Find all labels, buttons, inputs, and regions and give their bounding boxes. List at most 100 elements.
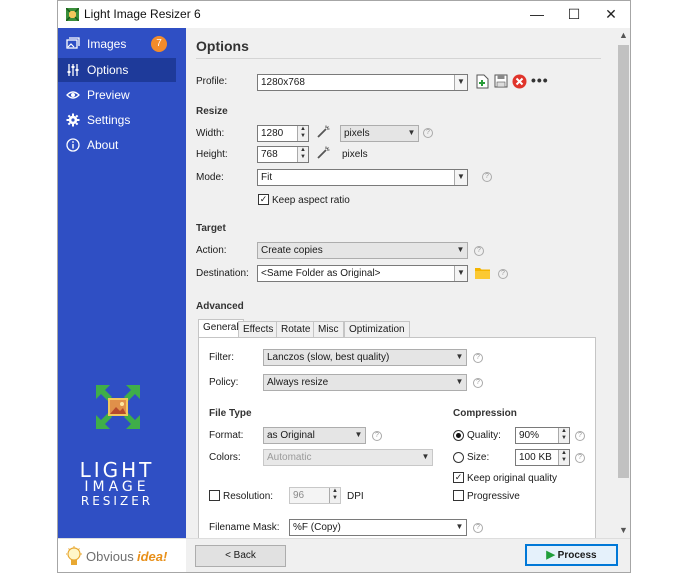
format-value: as Original xyxy=(267,430,315,441)
mask-select[interactable]: %F (Copy) ▼ xyxy=(289,519,467,536)
magic-wand-icon[interactable] xyxy=(316,146,330,160)
help-icon[interactable]: ? xyxy=(473,378,483,388)
progressive-label: Progressive xyxy=(467,491,520,502)
width-label: Width: xyxy=(196,128,225,139)
product-logo-image xyxy=(94,383,142,431)
format-select[interactable]: as Original ▼ xyxy=(263,427,366,444)
more-options-icon[interactable]: ••• xyxy=(531,72,549,88)
scroll-up-icon[interactable]: ▲ xyxy=(619,30,628,40)
save-icon[interactable] xyxy=(494,74,508,88)
quality-stepper[interactable]: ▲ ▼ xyxy=(558,428,569,443)
sidebar-item-options[interactable]: Options xyxy=(58,58,176,82)
progressive-checkbox[interactable] xyxy=(453,490,464,501)
help-icon[interactable]: ? xyxy=(372,431,382,441)
process-button[interactable]: ▶ Process xyxy=(525,544,618,566)
brand-footer[interactable]: Obvious idea! xyxy=(58,538,186,572)
chevron-down-icon: ▼ xyxy=(421,452,430,461)
sidebar-item-label: About xyxy=(87,138,119,152)
action-select[interactable]: Create copies ▼ xyxy=(257,242,468,259)
options-panel: Options Profile: 1280x768 ▼ ••• Resize W… xyxy=(186,28,616,542)
minimize-button[interactable]: — xyxy=(518,1,556,28)
filetype-heading: File Type xyxy=(209,408,252,419)
sidebar-item-settings[interactable]: Settings xyxy=(58,108,176,132)
sidebar-item-label: Options xyxy=(87,63,129,77)
resolution-input[interactable]: 96 ▲ ▼ xyxy=(289,487,341,504)
advanced-heading: Advanced xyxy=(196,301,244,312)
images-icon xyxy=(66,37,80,49)
sidebar-item-label: Settings xyxy=(87,113,131,127)
width-input[interactable]: 1280 ▲ ▼ xyxy=(257,125,309,142)
chevron-down-icon: ▼ xyxy=(455,522,464,531)
delete-icon[interactable] xyxy=(512,74,527,89)
resolution-stepper[interactable]: ▲ ▼ xyxy=(329,488,340,503)
app-logo-icon xyxy=(66,8,79,21)
sidebar-item-images[interactable]: Images 7 xyxy=(58,32,176,56)
window-title: Light Image Resizer 6 xyxy=(84,7,201,21)
sidebar-item-about[interactable]: About xyxy=(58,133,176,157)
destination-select[interactable]: <Same Folder as Original> ▼ xyxy=(257,265,468,282)
height-stepper[interactable]: ▲ ▼ xyxy=(297,147,308,162)
size-stepper[interactable]: ▲ ▼ xyxy=(558,450,569,465)
vertical-scrollbar[interactable]: ▲ ▼ xyxy=(616,28,630,538)
close-button[interactable]: ✕ xyxy=(592,1,630,28)
quality-value: 90% xyxy=(519,430,540,441)
size-input[interactable]: 100 KB ▲ ▼ xyxy=(515,449,570,466)
sidebar-item-label: Images xyxy=(87,37,127,51)
tab-general[interactable]: General xyxy=(198,319,244,338)
info-icon xyxy=(66,138,80,152)
process-label: Process xyxy=(557,550,597,561)
profile-select[interactable]: 1280x768 ▼ xyxy=(257,74,468,91)
keep-aspect-checkbox[interactable]: ✓ xyxy=(258,194,269,205)
gear-icon xyxy=(66,113,80,127)
sidebar-item-preview[interactable]: Preview xyxy=(58,83,176,107)
resolution-checkbox[interactable] xyxy=(209,490,220,501)
scroll-down-icon[interactable]: ▼ xyxy=(619,525,628,535)
help-icon[interactable]: ? xyxy=(473,523,483,533)
title-divider xyxy=(196,58,601,59)
mode-value: Fit xyxy=(261,172,273,183)
tab-optimization[interactable]: Optimization xyxy=(344,321,410,337)
help-icon[interactable]: ? xyxy=(575,431,585,441)
colors-select[interactable]: Automatic ▼ xyxy=(263,449,433,466)
chevron-down-icon: ▼ xyxy=(455,352,464,361)
help-icon[interactable]: ? xyxy=(473,353,483,363)
chevron-down-icon: ▼ xyxy=(454,170,467,185)
chevron-down-icon: ▼ xyxy=(454,266,467,281)
mode-select[interactable]: Fit ▼ xyxy=(257,169,468,186)
brand-suffix: idea! xyxy=(137,549,168,564)
quality-input[interactable]: 90% ▲ ▼ xyxy=(515,427,570,444)
eye-icon xyxy=(66,91,80,99)
width-stepper[interactable]: ▲ ▼ xyxy=(297,126,308,141)
chevron-down-icon: ▼ xyxy=(455,377,464,386)
tab-effects[interactable]: Effects xyxy=(238,321,279,337)
keep-quality-checkbox[interactable]: ✓ xyxy=(453,472,464,483)
help-icon[interactable]: ? xyxy=(474,246,484,256)
folder-icon[interactable] xyxy=(475,266,490,279)
help-icon[interactable]: ? xyxy=(575,453,585,463)
action-value: Create copies xyxy=(261,245,323,256)
magic-wand-icon[interactable] xyxy=(316,125,330,139)
chevron-down-icon: ▼ xyxy=(454,75,467,90)
filter-select[interactable]: Lanczos (slow, best quality) ▼ xyxy=(263,349,467,366)
filter-value: Lanczos (slow, best quality) xyxy=(267,352,390,363)
tab-rotate[interactable]: Rotate xyxy=(276,321,316,337)
play-icon: ▶ xyxy=(546,549,555,561)
scrollbar-thumb[interactable] xyxy=(618,45,629,478)
chevron-down-icon: ▼ xyxy=(407,128,416,137)
general-tab-panel: Filter: Lanczos (slow, best quality) ▼ ?… xyxy=(198,337,596,542)
height-label: Height: xyxy=(196,149,228,160)
size-label: Size: xyxy=(467,452,490,463)
new-profile-icon[interactable] xyxy=(476,74,489,89)
maximize-button[interactable]: ☐ xyxy=(555,1,593,28)
height-input[interactable]: 768 ▲ ▼ xyxy=(257,146,309,163)
size-radio[interactable] xyxy=(453,452,464,463)
help-icon[interactable]: ? xyxy=(482,172,492,182)
tab-misc[interactable]: Misc xyxy=(313,321,344,337)
brand-prefix: Obvious xyxy=(86,549,134,564)
back-button[interactable]: < Back xyxy=(195,545,286,567)
help-icon[interactable]: ? xyxy=(498,269,508,279)
width-unit-select[interactable]: pixels ▼ xyxy=(340,125,419,142)
quality-radio[interactable] xyxy=(453,430,464,441)
policy-select[interactable]: Always resize ▼ xyxy=(263,374,467,391)
help-icon[interactable]: ? xyxy=(423,128,433,138)
